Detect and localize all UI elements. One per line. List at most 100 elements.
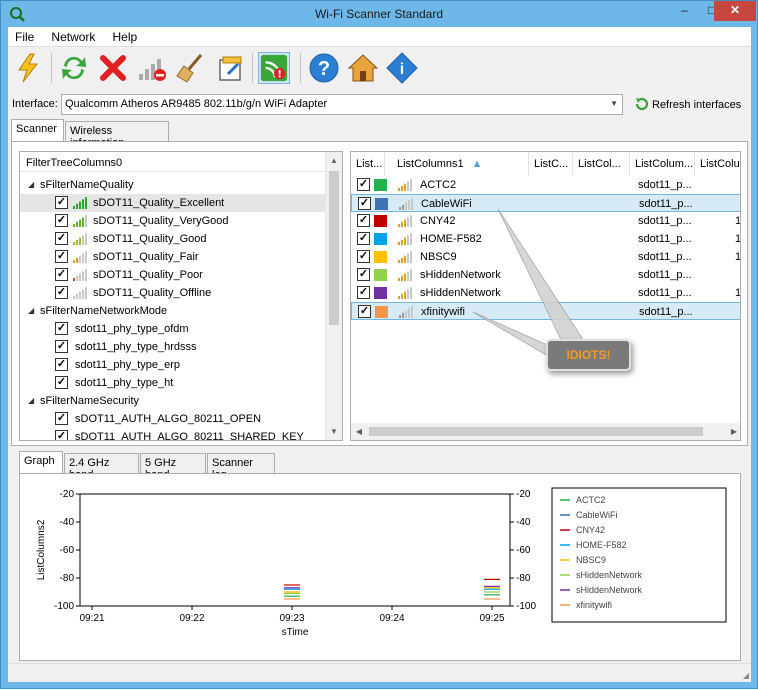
column-header[interactable]: ListColumns1 ▲ [392,152,529,176]
tree-group-label: sFilterNameSecurity [40,395,140,407]
column-header[interactable]: ListCol... [573,152,630,176]
refresh-icon[interactable] [58,52,90,84]
color-swatch [375,306,388,318]
checkbox[interactable]: ✓ [357,268,370,281]
column-header[interactable]: ListColu [695,152,740,176]
info-icon[interactable]: i [386,52,418,84]
help-icon[interactable]: ? [308,52,340,84]
network-name: ACTC2 [420,179,457,191]
scrollbar-thumb[interactable] [369,427,703,436]
tab-scanner-log[interactable]: Scanner log [207,453,275,481]
checkbox[interactable]: ✓ [55,286,68,299]
checkbox[interactable]: ✓ [357,232,370,245]
network-list-scrollbar[interactable]: ◀ ▶ [351,423,740,440]
monitor-icon[interactable] [258,52,290,84]
stop-icon[interactable] [97,52,129,84]
interface-select[interactable]: Qualcomm Atheros AR9485 802.11b/g/n WiFi… [61,94,623,115]
checkbox[interactable]: ✓ [55,430,68,440]
checkbox[interactable]: ✓ [55,358,68,371]
broom-icon[interactable] [175,52,207,84]
network-row[interactable]: ✓ NBSC9 sdot11_p... 1 [351,248,740,266]
tree-item[interactable]: ✓ sDOT11_AUTH_ALGO_80211_OPEN [20,410,328,428]
network-row[interactable]: ✓ CNY42 sdot11_p... 1 [351,212,740,230]
column-header[interactable]: List... [351,152,385,176]
checkbox[interactable]: ✓ [55,340,68,353]
checkbox[interactable]: ✓ [358,197,371,210]
tab-2-4-ghz-band[interactable]: 2.4 GHz band [64,453,139,481]
export-icon[interactable] [214,52,246,84]
checkbox[interactable]: ✓ [55,268,68,281]
network-row[interactable]: ✓ CableWiFi sdot11_p... [351,194,740,212]
checkbox[interactable]: ✓ [357,214,370,227]
checkbox[interactable]: ✓ [55,196,68,209]
tree-item[interactable]: ✓ sDOT11_Quality_Excellent [20,194,328,212]
tree-item[interactable]: ✓ sDOT11_Quality_Poor [20,266,328,284]
checkbox[interactable]: ✓ [55,232,68,245]
x-tick-label: 09:24 [379,613,404,624]
tree-group-label: sFilterNameNetworkMode [40,305,168,317]
column-header[interactable]: ListColum... [630,152,695,176]
tree-group[interactable]: ◢ sFilterNameSecurity [20,392,328,410]
checkbox[interactable]: ✓ [55,250,68,263]
tree-item[interactable]: ✓ sDOT11_Quality_Offline [20,284,328,302]
legend-entry: ACTC2 [576,495,606,505]
y-axis-label: ListColumns2 [36,519,47,580]
filter-tree-header[interactable]: FilterTreeColumns0 [20,152,342,172]
menu-network[interactable]: Network [44,27,102,44]
tab-scanner[interactable]: Scanner [11,119,64,141]
collapse-icon[interactable]: ◢ [28,396,34,405]
checkbox[interactable]: ✓ [55,412,68,425]
collapse-icon[interactable]: ◢ [28,180,34,189]
tree-item[interactable]: ✓ sDOT11_AUTH_ALGO_80211_SHARED_KEY [20,428,328,440]
checkbox[interactable]: ✓ [55,214,68,227]
filter-tree-scrollbar[interactable]: ▲ ▼ [325,152,342,440]
scroll-up-icon[interactable]: ▲ [326,152,342,169]
menu-file[interactable]: File [8,27,41,44]
network-row[interactable]: ✓ ACTC2 sdot11_p... [351,176,740,194]
tab-wireless-information[interactable]: Wireless information [65,121,169,149]
tree-item[interactable]: ✓ sdot11_phy_type_hrdsss [20,338,328,356]
checkbox[interactable]: ✓ [357,178,370,191]
checkbox[interactable]: ✓ [55,322,68,335]
checkbox[interactable]: ✓ [55,376,68,389]
tree-item[interactable]: ✓ sdot11_phy_type_ofdm [20,320,328,338]
tree-group[interactable]: ◢ sFilterNameNetworkMode [20,302,328,320]
legend-entry: xfinitywifi [576,600,612,610]
signal-filter-icon[interactable] [136,52,168,84]
scroll-right-icon[interactable]: ▶ [726,423,740,440]
lock-signal-icon [398,251,412,263]
x-axis-label: sTime [282,627,309,638]
checkbox[interactable]: ✓ [358,305,371,318]
phy-type-cell: sdot11_p... [638,287,692,299]
scroll-down-icon[interactable]: ▼ [326,423,342,440]
network-row[interactable]: ✓ HOME-F582 sdot11_p... 1 [351,230,740,248]
tab-5-ghz-band[interactable]: 5 GHz band [140,453,206,481]
tree-item[interactable]: ✓ sdot11_phy_type_erp [20,356,328,374]
scroll-left-icon[interactable]: ◀ [351,423,367,440]
close-button[interactable]: ✕ [714,1,756,21]
tree-group[interactable]: ◢ sFilterNameQuality [20,176,328,194]
tree-item[interactable]: ✓ sdot11_phy_type_ht [20,374,328,392]
tree-item[interactable]: ✓ sDOT11_Quality_VeryGood [20,212,328,230]
tree-item[interactable]: ✓ sDOT11_Quality_Good [20,230,328,248]
checkbox[interactable]: ✓ [357,250,370,263]
network-row[interactable]: ✓ sHiddenNetwork sdot11_p... [351,266,740,284]
phy-type-cell: sdot11_p... [638,251,692,263]
collapse-icon[interactable]: ◢ [28,306,34,315]
tab-graph[interactable]: Graph [19,451,63,473]
refresh-interfaces-button[interactable]: Refresh interfaces [635,97,741,111]
y2-tick-label: -20 [516,489,531,500]
network-row[interactable]: ✓ xfinitywifi sdot11_p... [351,302,740,320]
app-window: Wi-Fi Scanner Standard – □ ✕ File Networ… [0,0,758,689]
home-icon[interactable] [347,52,379,84]
checkbox[interactable]: ✓ [357,286,370,299]
title-bar[interactable]: Wi-Fi Scanner Standard – □ ✕ [1,1,757,27]
minimize-button[interactable]: – [671,1,698,21]
resize-grip-icon[interactable]: ◢ [743,671,749,680]
lightning-icon[interactable] [12,52,44,84]
column-header[interactable]: ListC... [529,152,573,176]
menu-help[interactable]: Help [105,27,144,44]
network-row[interactable]: ✓ sHiddenNetwork sdot11_p... 1 [351,284,740,302]
scrollbar-thumb[interactable] [329,171,339,325]
tree-item[interactable]: ✓ sDOT11_Quality_Fair [20,248,328,266]
